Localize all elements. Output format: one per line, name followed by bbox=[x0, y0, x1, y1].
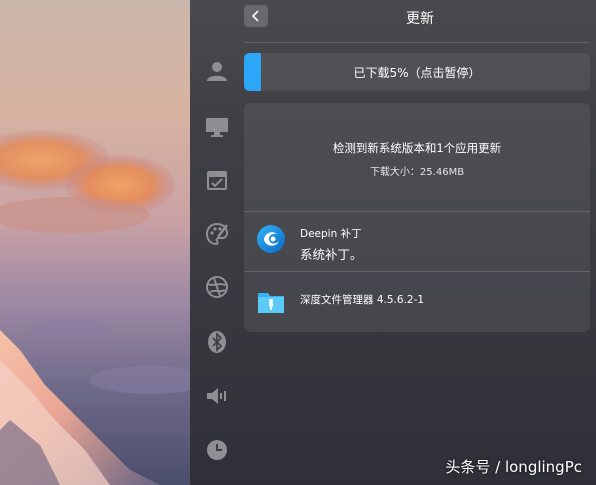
time-icon bbox=[207, 440, 227, 460]
update-item-deepin-patch: Deepin 补丁 系统补丁。 bbox=[244, 212, 590, 272]
download-progress-button[interactable]: 已下载5%（点击暂停） bbox=[244, 53, 590, 91]
desktop-wallpaper bbox=[0, 0, 190, 485]
bluetooth-icon bbox=[208, 331, 226, 353]
page-title: 更新 bbox=[406, 11, 434, 27]
update-item-name: 深度文件管理器 4.5.6.2-1 bbox=[300, 294, 425, 306]
sidebar-item-network[interactable] bbox=[204, 274, 230, 300]
update-page: 更新 已下载5%（点击暂停） 检测到新系统版本和1个应用更新 下载大小：25.4… bbox=[244, 0, 596, 485]
display-icon bbox=[206, 118, 228, 137]
sidebar-item-accounts[interactable] bbox=[204, 58, 230, 84]
sidebar-item-datetime[interactable] bbox=[204, 167, 230, 193]
control-center-panel: 更新 已下载5%（点击暂停） 检测到新系统版本和1个应用更新 下载大小：25.4… bbox=[190, 0, 596, 485]
progress-label: 已下载5%（点击暂停） bbox=[353, 66, 481, 80]
sidebar-item-display[interactable] bbox=[204, 114, 230, 140]
watermark: 头条号 / longlingPc bbox=[445, 458, 582, 476]
sound-icon bbox=[207, 388, 226, 404]
file-manager-icon bbox=[258, 293, 284, 313]
sidebar-item-bluetooth[interactable] bbox=[204, 329, 230, 355]
sidebar bbox=[190, 0, 244, 485]
chevron-left-icon bbox=[251, 10, 259, 22]
update-item-name: Deepin 补丁 bbox=[300, 228, 362, 240]
personalization-icon bbox=[205, 222, 229, 246]
sidebar-item-time[interactable] bbox=[204, 437, 230, 463]
sidebar-item-personalization[interactable] bbox=[204, 221, 230, 247]
user-accounts-icon bbox=[207, 62, 227, 81]
header-divider bbox=[244, 42, 590, 43]
network-icon bbox=[206, 276, 228, 298]
back-button[interactable] bbox=[244, 5, 268, 27]
update-summary-title: 检测到新系统版本和1个应用更新 bbox=[332, 141, 502, 155]
download-size-label: 下载大小：25.46MB bbox=[369, 167, 465, 178]
date-time-icon bbox=[207, 171, 227, 190]
wallpaper-image bbox=[0, 130, 190, 485]
update-list-card: 检测到新系统版本和1个应用更新 下载大小：25.46MB Deepin 补丁 系… bbox=[244, 103, 590, 332]
update-item-file-manager: 深度文件管理器 4.5.6.2-1 bbox=[244, 272, 590, 332]
update-item-description: 系统补丁。 bbox=[300, 247, 363, 262]
sidebar-item-sound[interactable] bbox=[204, 383, 230, 409]
deepin-logo-icon bbox=[257, 225, 285, 253]
